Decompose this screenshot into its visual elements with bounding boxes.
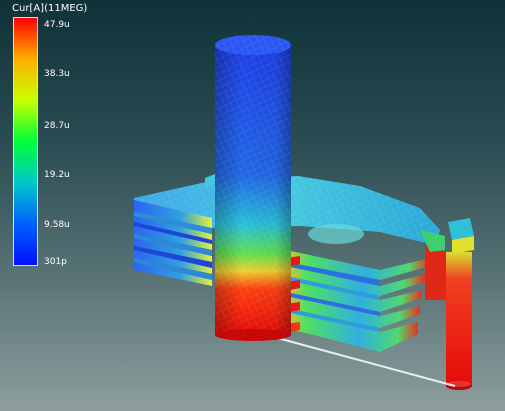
simulation-viewport[interactable]: Cur[A](11MEG) 47.9u 38.3u 28.7u 19.2u 9.… — [0, 0, 505, 411]
main-pillar — [215, 35, 291, 341]
3d-current-density-model[interactable] — [0, 0, 505, 411]
